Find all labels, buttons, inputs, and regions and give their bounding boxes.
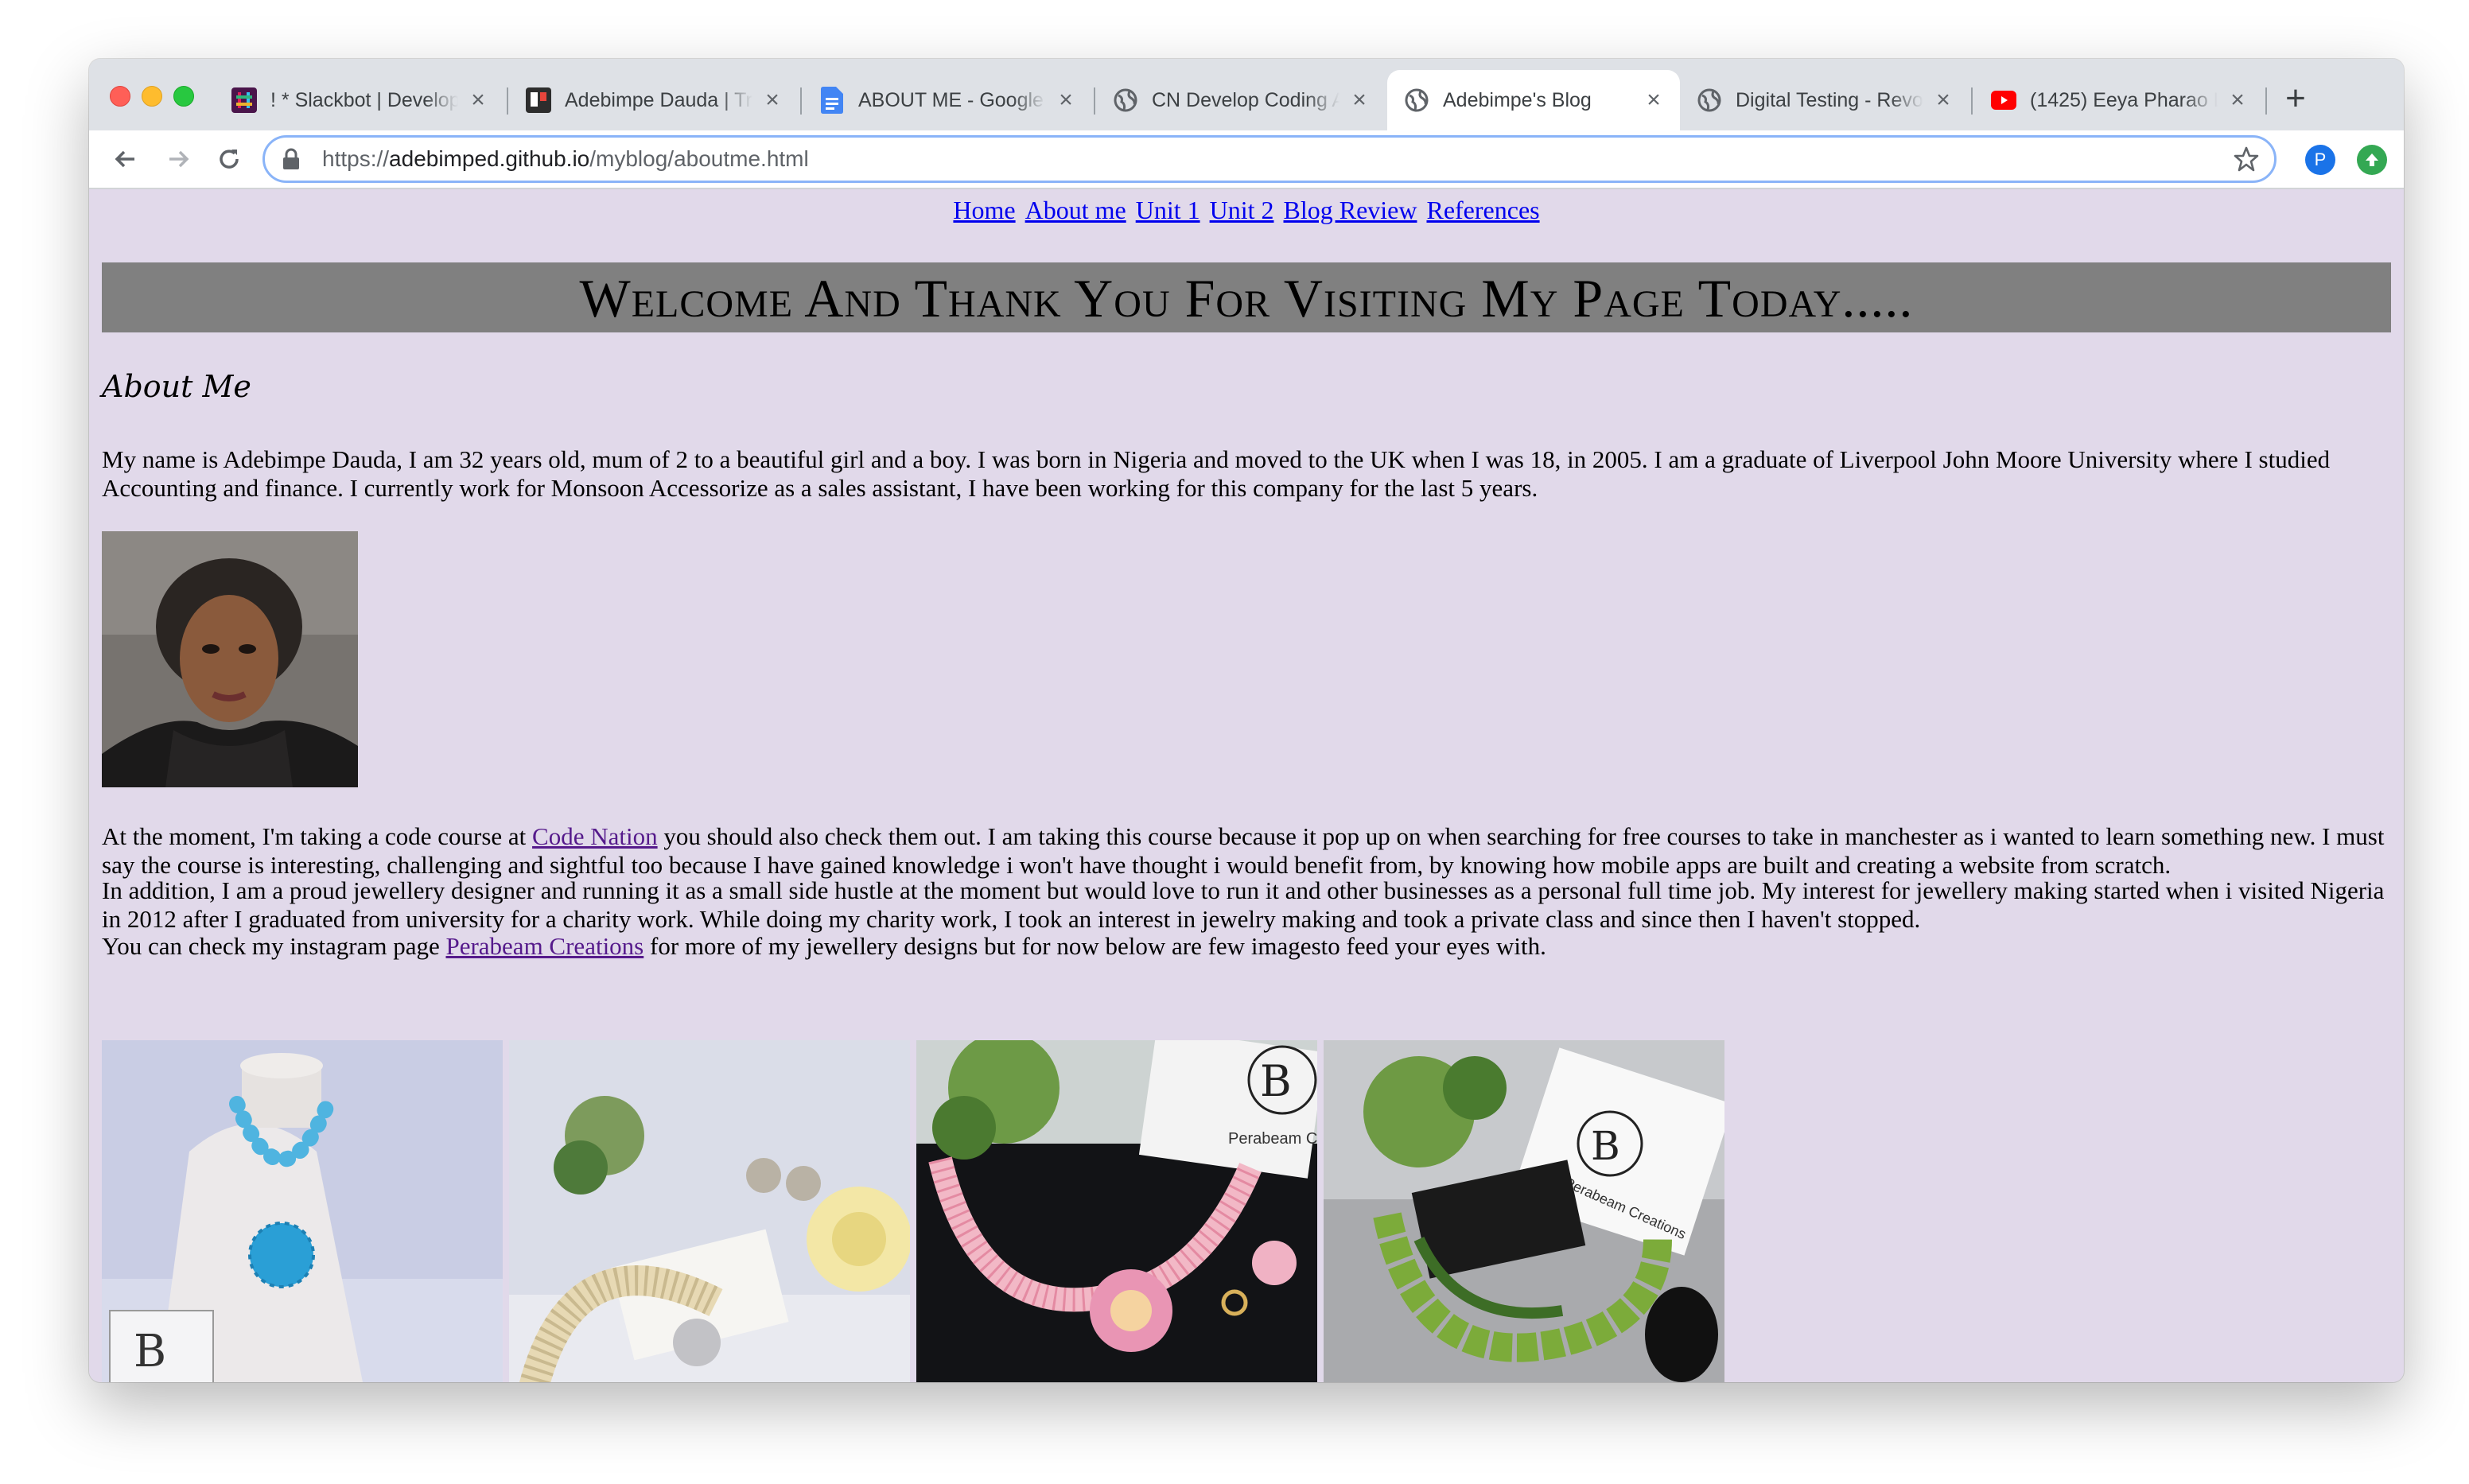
close-tab-icon[interactable]: × [1054, 88, 1078, 112]
gallery-image-green-necklace: B Perabeam Creations [1324, 1040, 1724, 1382]
tab-separator [1971, 87, 1973, 115]
trello-icon [525, 87, 552, 114]
svg-text:B: B [1260, 1056, 1292, 1106]
close-window-button[interactable] [110, 86, 130, 107]
instagram-paragraph: You can check my instagram page Perabeam… [102, 932, 1546, 960]
address-bar[interactable]: https://adebimped.github.io/myblog/about… [262, 135, 2277, 183]
tab-separator [507, 87, 508, 115]
youtube-icon [1990, 87, 2017, 114]
nav-link-unit-2[interactable]: Unit 2 [1210, 196, 1274, 224]
tab-title: Adebimpe Dauda | Trello [565, 88, 752, 111]
minimize-window-button[interactable] [142, 86, 162, 107]
jewellery-gallery: B B Perabeam C B Perabeam Creations [102, 1040, 1724, 1382]
nav-link-about[interactable]: About me [1025, 196, 1126, 224]
tab-strip: ! * Slackbot | Developers × Adebimpe Dau… [89, 59, 2404, 130]
new-tab-button[interactable]: + [2277, 81, 2315, 119]
close-tab-icon[interactable]: × [760, 88, 784, 112]
tab-title: ! * Slackbot | Developers [270, 88, 458, 111]
slack-icon [231, 87, 258, 114]
profile-avatar[interactable]: P [2305, 145, 2335, 175]
gallery-image-turquoise-necklace: B [102, 1040, 503, 1382]
tab-title: (1425) Eeya Pharao Lyrics [2030, 88, 2218, 111]
reload-icon [220, 150, 239, 169]
browser-window: ! * Slackbot | Developers × Adebimpe Dau… [89, 59, 2404, 1382]
course-paragraph: At the moment, I'm taking a code course … [102, 822, 2385, 879]
extension-update-icon[interactable] [2357, 145, 2387, 175]
about-heading: About Me [102, 369, 251, 404]
tab-separator [2265, 87, 2267, 115]
close-tab-icon[interactable]: × [466, 88, 490, 112]
lock-icon [282, 148, 308, 170]
arrow-right-icon [169, 150, 189, 168]
perabeam-creations-link[interactable]: Perabeam Creations [445, 932, 643, 960]
tab-youtube[interactable]: (1425) Eeya Pharao Lyrics × [1974, 70, 2264, 130]
gallery-image-pink-necklace: B Perabeam Creation [916, 1040, 1317, 1382]
tab-title: CN Develop Coding Academy [1152, 88, 1339, 111]
globe-icon [1696, 87, 1723, 114]
site-nav: Home About me Unit 1 Unit 2 Blog Review … [89, 196, 2404, 225]
close-tab-icon[interactable]: × [1642, 88, 1666, 112]
arrow-left-icon [115, 150, 134, 168]
globe-icon [1403, 87, 1430, 114]
intro-paragraph: My name is Adebimpe Dauda, I am 32 years… [102, 445, 2331, 502]
globe-icon [1112, 87, 1139, 114]
tab-adebimpe-blog[interactable]: Adebimpe's Blog × [1387, 70, 1680, 130]
back-button[interactable] [107, 140, 145, 178]
close-tab-icon[interactable]: × [2226, 88, 2249, 112]
close-tab-icon[interactable]: × [1347, 88, 1371, 112]
reload-button[interactable] [210, 140, 248, 178]
tab-title: ABOUT ME - Google Docs [858, 88, 1046, 111]
nav-link-blog-review[interactable]: Blog Review [1283, 196, 1417, 224]
gallery-image-cream-pearl-set [509, 1040, 910, 1382]
bookmark-star-icon[interactable] [2233, 146, 2260, 178]
svg-text:B: B [1591, 1123, 1620, 1169]
tab-digital-testing[interactable]: Digital Testing - Revolution × [1680, 70, 1969, 130]
tab-title: Adebimpe's Blog [1443, 88, 1592, 111]
jewellery-paragraph: In addition, I am a proud jewellery desi… [102, 876, 2385, 933]
maximize-window-button[interactable] [173, 86, 194, 107]
svg-text:B: B [134, 1326, 166, 1377]
close-tab-icon[interactable]: × [1931, 88, 1955, 112]
welcome-banner: Welcome And Thank You For Visiting My Pa… [102, 262, 2391, 332]
forward-button[interactable] [159, 140, 197, 178]
tab-title: Digital Testing - Revolution [1736, 88, 1923, 111]
profile-photo [102, 531, 358, 787]
photo-brand-text: Perabeam Creation [1228, 1130, 1317, 1148]
tab-separator [800, 87, 802, 115]
nav-link-unit-1[interactable]: Unit 1 [1136, 196, 1200, 224]
docs-icon [818, 87, 846, 114]
code-nation-link[interactable]: Code Nation [532, 822, 658, 850]
tab-separator [1094, 87, 1095, 115]
nav-link-references[interactable]: References [1426, 196, 1539, 224]
url-text: https://adebimped.github.io/myblog/about… [322, 146, 809, 171]
tab-trello[interactable]: Adebimpe Dauda | Trello × [509, 70, 799, 130]
tab-cn-develop[interactable]: CN Develop Coding Academy × [1096, 70, 1386, 130]
tab-google-docs[interactable]: ABOUT ME - Google Docs × [803, 70, 1092, 130]
browser-toolbar: https://adebimped.github.io/myblog/about… [89, 130, 2404, 189]
nav-link-home[interactable]: Home [953, 196, 1015, 224]
page-content: Home About me Unit 1 Unit 2 Blog Review … [89, 189, 2404, 1382]
tab-slackbot[interactable]: ! * Slackbot | Developers × [215, 70, 504, 130]
